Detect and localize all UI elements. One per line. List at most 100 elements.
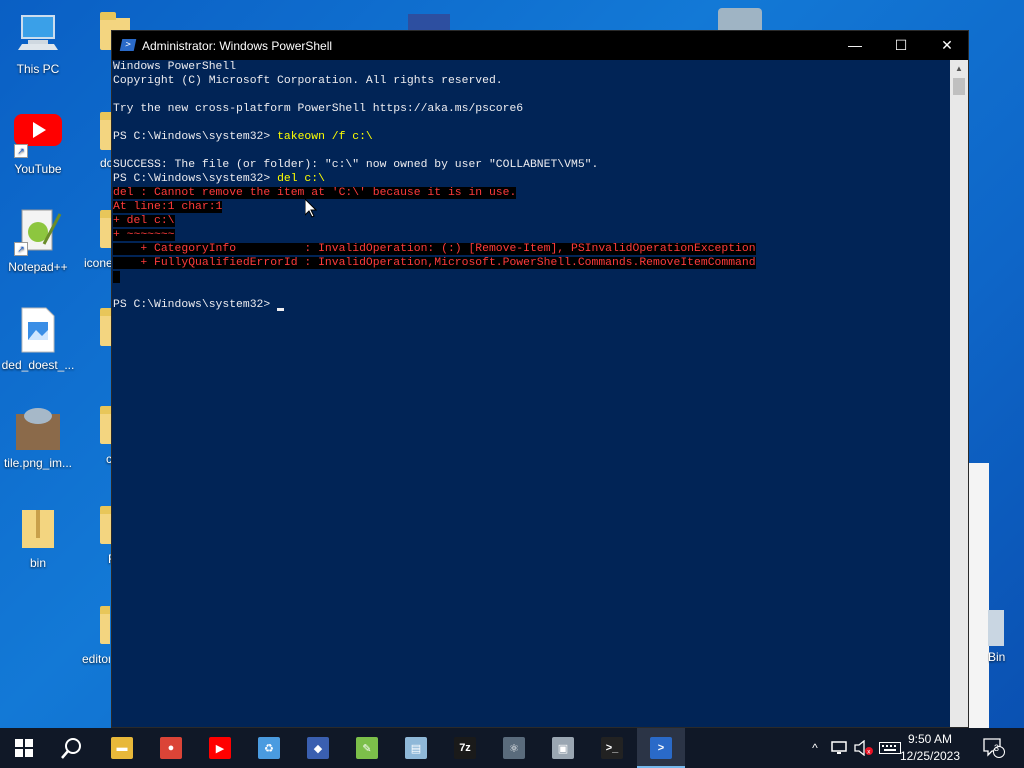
console-line: PS C:\Windows\system32> del c:\: [112, 172, 950, 186]
maximize-button[interactable]: ☐: [878, 31, 924, 60]
console-prompt: PS C:\Windows\system32>: [113, 299, 278, 311]
console-line: Copyright (C) Microsoft Corporation. All…: [112, 74, 950, 88]
notepadpp-icon: ✎: [356, 737, 378, 759]
desktop-icon-label: bin: [29, 556, 46, 570]
text-cursor: [277, 308, 285, 311]
console-output-text: Try the new cross-platform PowerShell ht…: [113, 103, 524, 115]
console-error-text: + FullyQualifiedErrorId : InvalidOperati…: [113, 257, 756, 269]
console-line: + del c:\: [112, 214, 950, 228]
taskbar-button[interactable]: ▶: [196, 728, 244, 768]
console-error-text: [113, 271, 120, 283]
archive-icon: [14, 404, 62, 452]
search-button[interactable]: [48, 728, 96, 768]
console-output[interactable]: Windows PowerShell Copyright (C) Microsof…: [112, 60, 950, 727]
desktop-icon-partial[interactable]: icone: [84, 208, 114, 274]
network-icon[interactable]: [828, 728, 850, 768]
search-icon: [61, 738, 81, 759]
folder-icon: [100, 606, 110, 644]
taskbar-button[interactable]: ▤: [392, 728, 440, 768]
image-viewer-icon: ▣: [552, 737, 574, 759]
console-prompt: PS C:\Windows\system32>: [113, 173, 278, 185]
desktop-icon-tile-png[interactable]: tile.png_im...: [0, 404, 76, 470]
console-line: del : Cannot remove the item at 'C:\' be…: [112, 186, 950, 200]
console-output-text: Copyright (C) Microsoft Corporation. All…: [113, 75, 503, 87]
show-hidden-icons-button[interactable]: ^: [806, 728, 824, 768]
windows-logo-icon: [15, 739, 33, 757]
desktop-icon-label: Bin: [988, 650, 1006, 664]
clock[interactable]: 9:50 AM 12/25/2023: [892, 731, 968, 765]
powershell-icon: >: [650, 737, 672, 759]
cmd-icon: >_: [601, 737, 623, 759]
console-error-text: At line:1 char:1: [113, 201, 223, 213]
zip-folder-icon: [14, 504, 62, 552]
desktop-icon-youtube[interactable]: ↗ YouTube: [0, 110, 76, 176]
image-file-icon: [14, 306, 62, 354]
shortcut-arrow-icon: ↗: [14, 144, 28, 158]
console-prompt: PS C:\Windows\system32>: [113, 131, 278, 143]
shortcut-arrow-icon: ↗: [14, 242, 28, 256]
desktop-icon-label: This PC: [16, 62, 60, 76]
start-button[interactable]: [0, 728, 48, 768]
taskbar-button[interactable]: ◆: [294, 728, 342, 768]
desktop-icon-label: ded_doest_...: [1, 358, 75, 372]
atom-icon: ⚛: [503, 737, 525, 759]
taskbar-button[interactable]: ▬: [98, 728, 146, 768]
console-input-line[interactable]: PS C:\Windows\system32>: [112, 298, 950, 312]
console-error-text: + del c:\: [113, 215, 175, 227]
book-icon: ▤: [405, 737, 427, 759]
taskbar-button[interactable]: ▣: [539, 728, 587, 768]
desktop-icon-label: YouTube: [14, 162, 62, 176]
file-explorer-icon: ▬: [111, 737, 133, 759]
desktop-icon-label: tile.png_im...: [3, 456, 73, 470]
taskbar-button[interactable]: ⚛: [490, 728, 538, 768]
console-error-text: del : Cannot remove the item at 'C:\' be…: [113, 187, 517, 199]
console-line: PS C:\Windows\system32> takeown /f c:\: [112, 130, 950, 144]
title-bar[interactable]: > Administrator: Windows PowerShell — ☐ …: [112, 31, 968, 60]
console-line: SUCCESS: The file (or folder): "c:\" now…: [112, 158, 950, 172]
taskbar-button[interactable]: ✎: [343, 728, 391, 768]
notification-center-button[interactable]: 3: [980, 728, 1008, 768]
youtube-icon: ↗: [14, 110, 62, 158]
console-line: + CategoryInfo : InvalidOperation: (:) […: [112, 242, 950, 256]
desktop-icon-bin[interactable]: bin: [0, 504, 76, 570]
console-line: [112, 270, 950, 284]
desktop-icon-recycle-bin[interactable]: Bin: [988, 604, 1024, 670]
scroll-up-icon[interactable]: ▲: [950, 60, 968, 77]
console-line: Try the new cross-platform PowerShell ht…: [112, 102, 950, 116]
volume-muted-icon[interactable]: x: [852, 728, 876, 768]
console-line: Windows PowerShell: [112, 60, 950, 74]
console-line: At line:1 char:1: [112, 200, 950, 214]
powershell-window[interactable]: > Administrator: Windows PowerShell — ☐ …: [111, 30, 969, 728]
computer-icon: [14, 10, 62, 58]
desktop-icon-notepadpp[interactable]: ↗ Notepad++: [0, 208, 76, 274]
taskbar-button[interactable]: ●: [147, 728, 195, 768]
mouse-pointer-icon: [305, 199, 317, 218]
vertical-scrollbar[interactable]: ▲: [950, 60, 968, 727]
minimize-button[interactable]: —: [832, 31, 878, 60]
close-button[interactable]: ✕: [924, 31, 970, 60]
taskbar-button[interactable]: >: [637, 728, 685, 768]
console-line: + FullyQualifiedErrorId : InvalidOperati…: [112, 256, 950, 270]
console-output-text: SUCCESS: The file (or folder): "c:\" now…: [113, 159, 599, 171]
desktop-icon-partial[interactable]: editor: [80, 604, 110, 670]
clock-date: 12/25/2023: [899, 749, 961, 763]
recycle-bin-icon: [988, 610, 1004, 646]
taskbar-button[interactable]: 7z: [441, 728, 489, 768]
app-icon: ◆: [307, 737, 329, 759]
desktop-icon-image-file[interactable]: ded_doest_...: [0, 306, 76, 372]
desktop-icon-label: icone: [84, 256, 113, 270]
window-title: Administrator: Windows PowerShell: [142, 39, 333, 53]
chrome-icon: ●: [160, 737, 182, 759]
scrollbar-thumb[interactable]: [953, 78, 965, 95]
taskbar-button[interactable]: >_: [588, 728, 636, 768]
console-command: del c:\: [277, 173, 325, 185]
console-command: takeown /f c:\: [277, 131, 373, 143]
7zip-icon: 7z: [454, 737, 476, 759]
desktop-icon-partial[interactable]: [718, 8, 762, 32]
console-error-text: + ~~~~~~~: [113, 229, 175, 241]
desktop-icon-this-pc[interactable]: This PC: [0, 10, 76, 76]
taskbar-button[interactable]: ♻: [245, 728, 293, 768]
